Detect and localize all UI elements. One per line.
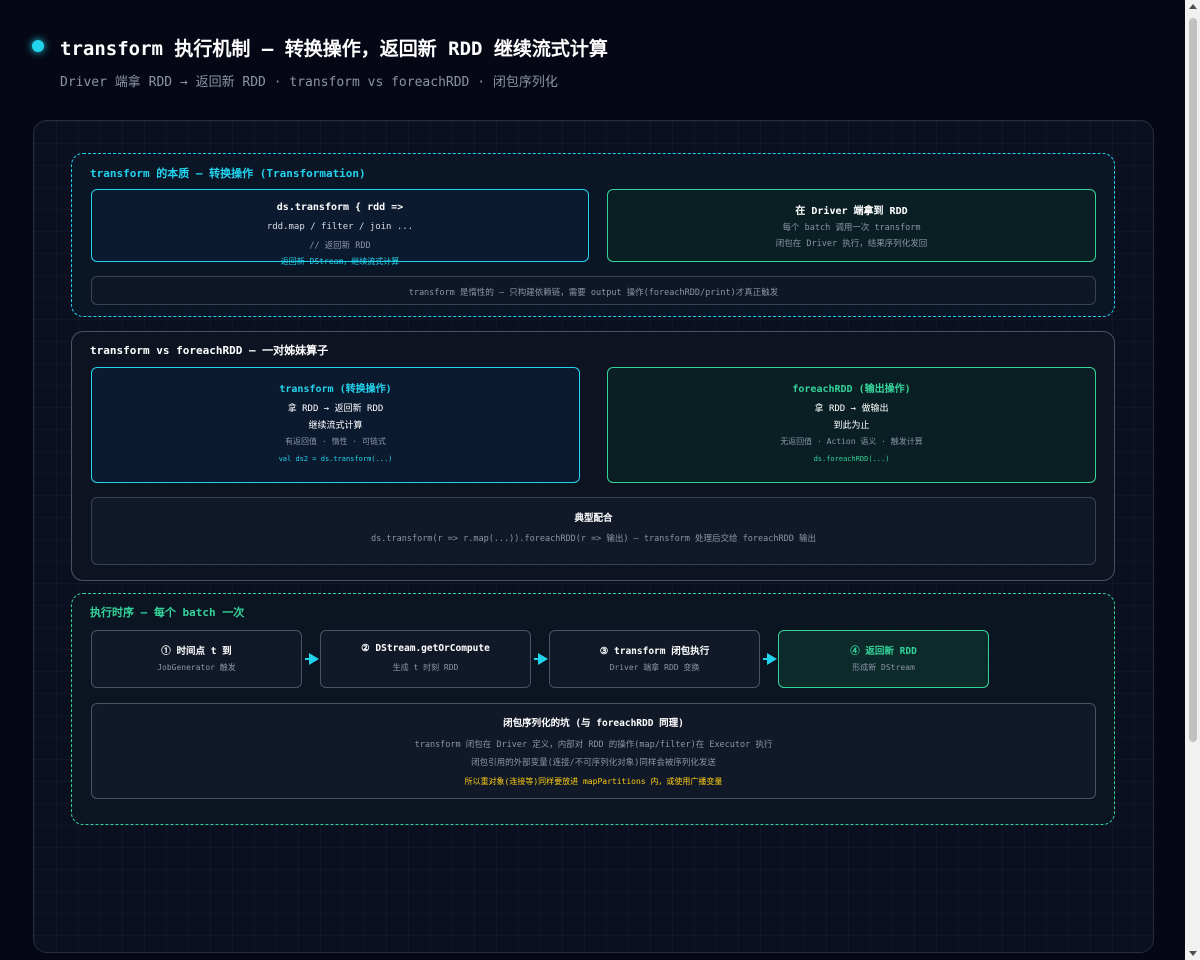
lazy-note-text: transform 是惰性的 — 只构建依赖链，需要 output 操作(for… [408,288,779,298]
step-2-desc: 生成 t 时刻 RDD [392,663,459,672]
foreach-box-title: foreachRDD (输出操作) [792,384,911,395]
transform-box-line-2: 继续流式计算 [308,421,363,431]
vertical-scrollbar[interactable] [1185,0,1200,960]
typical-combo-box: 典型配合 ds.transform(r => r.map(...)).forea… [91,497,1096,565]
page-title: transform 执行机制 — 转换操作，返回新 RDD 继续流式计算 [60,38,608,60]
section-comparison-title: transform vs foreachRDD — 一对姊妹算子 [90,344,329,357]
timeline-step-3: ③ transform 闭包执行 Driver 端拿 RDD 变换 [549,630,760,688]
arrow-step-2-to-3 [534,653,548,665]
step-3-desc: Driver 端拿 RDD 变换 [609,663,700,672]
pitfall-line-2: 闭包引用的外部变量(连接/不可序列化对象)同样会被序列化发送 [471,758,716,768]
foreachrdd-operation-box: foreachRDD (输出操作) 拿 RDD → 做输出 到此为止 无返回值 … [607,367,1096,483]
combo-box-line: ds.transform(r => r.map(...)).foreachRDD… [371,534,816,544]
code-line-2: rdd.map / filter / join ... [266,222,414,232]
section-transform-essence-title: transform 的本质 — 转换操作 (Transformation) [90,167,366,180]
transform-box-line-1: 拿 RDD → 返回新 RDD [287,404,384,414]
transform-operation-box: transform (转换操作) 拿 RDD → 返回新 RDD 继续流式计算 … [91,367,580,483]
step-4-title: ④ 返回新 RDD [850,646,917,657]
section-execution-timeline: 执行时序 — 每个 batch 一次 ① 时间点 t 到 JobGenerato… [71,593,1115,825]
foreach-box-line-3: 无返回值 · Action 语义 · 触发计算 [780,437,923,446]
pitfall-line-3: 所以重对象(连接等)同样要放进 mapPartitions 内，或使用广播变量 [464,777,723,786]
diagram-panel: transform 的本质 — 转换操作 (Transformation) ds… [33,120,1154,953]
scroll-down-arrow-icon[interactable] [1189,951,1197,956]
code-line-result: 返回新 DStream，继续流式计算 [280,257,400,266]
pitfall-line-1: transform 闭包在 Driver 定义，内部对 RDD 的操作(map/… [414,740,773,750]
foreach-box-code: ds.foreachRDD(...) [813,455,890,463]
driver-box-line-2: 闭包在 Driver 执行，结果序列化发回 [775,239,928,249]
step-4-desc: 形成新 DStream [852,663,915,672]
step-1-title: ① 时间点 t 到 [161,646,232,657]
foreach-box-line-1: 拿 RDD → 做输出 [814,404,889,414]
code-line-1: ds.transform { rdd => [276,202,404,213]
combo-box-title: 典型配合 [574,513,613,524]
lazy-note-box: transform 是惰性的 — 只构建依赖链，需要 output 操作(for… [91,276,1096,305]
section-transform-essence: transform 的本质 — 转换操作 (Transformation) ds… [71,153,1115,317]
foreach-box-line-2: 到此为止 [833,421,870,431]
section-timeline-title: 执行时序 — 每个 batch 一次 [90,606,245,619]
step-3-title: ③ transform 闭包执行 [599,646,710,657]
arrow-step-3-to-4 [763,653,777,665]
timeline-step-1: ① 时间点 t 到 JobGenerator 触发 [91,630,302,688]
scrollbar-thumb[interactable] [1189,18,1197,742]
timeline-step-4: ④ 返回新 RDD 形成新 DStream [778,630,989,688]
transform-box-line-3: 有返回值 · 惰性 · 可链式 [285,437,386,446]
transform-box-title: transform (转换操作) [279,384,392,395]
arrow-step-1-to-2 [305,653,319,665]
code-line-comment: // 返回新 RDD [309,241,371,251]
transform-box-code: val ds2 = ds.transform(...) [278,455,393,463]
pitfall-box-title: 闭包序列化的坑 (与 foreachRDD 同理) [503,718,684,729]
closure-pitfall-box: 闭包序列化的坑 (与 foreachRDD 同理) transform 闭包在 … [91,703,1096,799]
transform-code-box: ds.transform { rdd => rdd.map / filter /… [91,189,589,266]
driver-box-title: 在 Driver 端拿到 RDD [795,206,908,217]
title-bullet-dot [32,40,44,52]
section-transform-vs-foreachrdd: transform vs foreachRDD — 一对姊妹算子 transfo… [71,331,1115,581]
page-subtitle: Driver 端拿 RDD → 返回新 RDD · transform vs f… [60,75,558,90]
scroll-up-arrow-icon[interactable] [1189,4,1197,9]
driver-rdd-box: 在 Driver 端拿到 RDD 每个 batch 调用一次 transform… [607,189,1096,262]
timeline-step-2: ② DStream.getOrCompute 生成 t 时刻 RDD [320,630,531,688]
step-1-desc: JobGenerator 触发 [157,663,236,672]
step-2-title: ② DStream.getOrCompute [361,643,490,654]
driver-box-line-1: 每个 batch 调用一次 transform [782,223,921,233]
